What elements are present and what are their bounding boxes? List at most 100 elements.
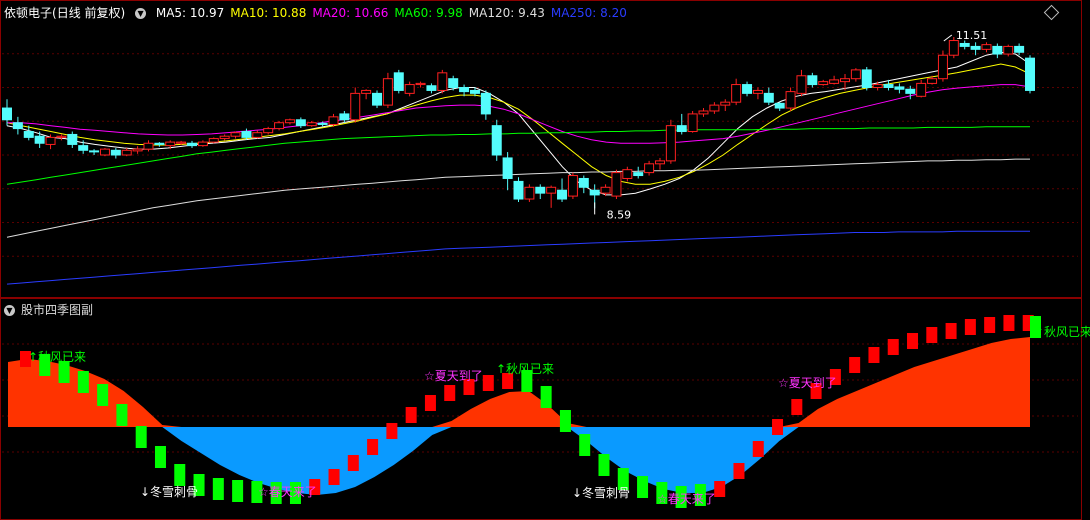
candle-body — [12, 122, 23, 130]
candle-body — [774, 102, 785, 109]
season-bar — [58, 361, 70, 383]
candle-body — [295, 119, 306, 127]
season-bar — [579, 434, 591, 456]
candle-body — [622, 169, 633, 179]
season-bar — [598, 454, 610, 476]
candle-body — [872, 84, 883, 88]
candle-body — [654, 160, 665, 165]
candle-body — [197, 141, 208, 147]
candle-body — [698, 110, 709, 115]
candle-body — [905, 88, 916, 94]
candle-body — [883, 84, 894, 88]
candle-body — [524, 186, 535, 200]
candle-body — [469, 89, 480, 94]
candle-body — [415, 82, 426, 86]
candle-body — [382, 78, 393, 106]
candle-body — [502, 157, 513, 179]
season-label-autumn3: ↑秋风已来 — [1034, 325, 1090, 339]
candle-body — [274, 122, 285, 130]
season-bar — [791, 399, 803, 415]
candle-body — [633, 172, 644, 177]
candle-body — [927, 78, 938, 84]
candle-body — [2, 107, 12, 121]
candle-body — [67, 133, 78, 145]
ma-legend-item: MA10: 10.88 — [230, 6, 307, 20]
season-label-spring2: ☆春天来了 — [657, 492, 716, 506]
season-bar — [405, 407, 417, 423]
candle-body — [263, 128, 274, 134]
season-bar — [77, 371, 89, 393]
candle-body — [328, 116, 339, 125]
candle-body — [45, 136, 56, 145]
season-bar — [386, 423, 398, 439]
indicator-toggle-icon[interactable]: ▼ — [4, 305, 15, 316]
candle-body — [676, 125, 687, 133]
period-label: (日线 前复权) — [52, 6, 126, 20]
candle-body — [752, 89, 763, 94]
candle-body — [361, 89, 372, 94]
candle-body — [709, 104, 720, 112]
season-bar — [559, 410, 571, 432]
season-label-autumn2: ↑秋风已来 — [496, 362, 554, 376]
main-header: 依顿电子(日线 前复权) ▼ MA5: 10.97 MA10: 10.88 MA20… — [4, 4, 639, 21]
candle-body — [339, 113, 350, 121]
ma-legend-item: MA5: 10.97 — [155, 6, 225, 20]
candle-body — [99, 148, 110, 156]
candle-body — [818, 81, 829, 86]
high-price-label: 11.51 — [956, 29, 988, 42]
ma-line-ma250 — [6, 230, 1030, 285]
candle-body — [557, 189, 568, 200]
season-label-spring1: ☆春天来了 — [258, 485, 317, 499]
season-bar — [849, 357, 861, 373]
candle-body — [959, 42, 970, 47]
ma-legend-item: MA250: 8.20 — [550, 6, 627, 20]
season-bar — [424, 395, 436, 411]
candle-body — [1025, 57, 1035, 91]
candle-body — [132, 148, 143, 152]
candle-body — [850, 69, 861, 80]
candle-body — [600, 186, 611, 194]
candle-body — [546, 186, 557, 194]
season-bar — [907, 333, 919, 349]
season-bar — [444, 385, 456, 401]
season-bar — [540, 386, 552, 408]
candle-body — [970, 45, 981, 50]
candle-body — [426, 85, 437, 91]
candle-body — [448, 78, 459, 89]
candle-body — [567, 175, 578, 197]
candle-body — [687, 113, 698, 133]
season-bar — [945, 323, 957, 339]
candle-body — [611, 172, 622, 197]
candle-body — [56, 135, 67, 138]
candle-body — [513, 180, 524, 200]
season-bar — [926, 327, 938, 343]
season-label-autumn1: ↑秋风已来 — [28, 350, 86, 364]
season-bar — [232, 480, 244, 502]
candle-body — [731, 84, 742, 103]
candle-body — [981, 44, 992, 50]
candle-body — [23, 131, 34, 138]
candle-body — [796, 75, 807, 94]
season-bar — [868, 347, 880, 363]
candle-body — [644, 163, 655, 174]
ma-legend-item: MA120: 9.43 — [468, 6, 545, 20]
candle-body — [393, 72, 404, 91]
sub-header: ▼ 股市四季图副 — [4, 301, 99, 318]
candle-body — [720, 101, 731, 106]
season-bar — [347, 455, 359, 471]
candle-body — [894, 86, 905, 90]
ma-toggle-icon[interactable]: ▼ — [135, 8, 147, 19]
candle-body — [317, 122, 328, 125]
candle-body — [992, 45, 1003, 55]
candle-body — [589, 189, 600, 196]
candle-body — [829, 79, 840, 84]
candle-body — [252, 132, 263, 138]
candle-body — [785, 91, 796, 109]
season-bar — [174, 464, 186, 486]
season-bar — [733, 463, 745, 479]
candle-body — [742, 84, 753, 94]
candle-body — [763, 92, 774, 103]
season-label-summer1: ☆夏天到了 — [424, 369, 483, 383]
candle-body — [176, 141, 187, 144]
season-label-summer2: ☆夏天到了 — [778, 376, 837, 390]
